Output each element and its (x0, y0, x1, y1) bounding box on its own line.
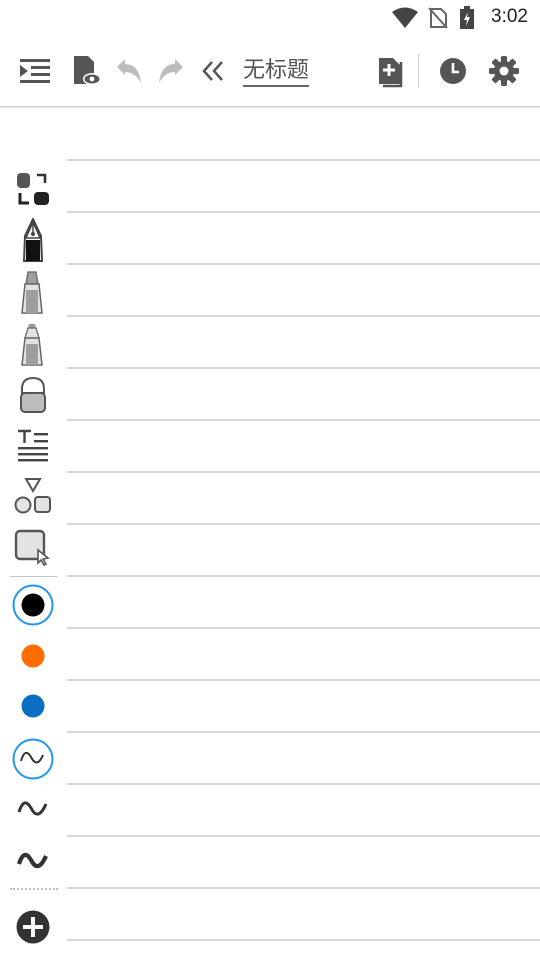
color-dot (21, 694, 45, 718)
undo-button[interactable] (110, 36, 146, 106)
toolbar-divider (418, 54, 419, 88)
highlighter-tool[interactable] (8, 320, 58, 368)
ruled-line (67, 367, 540, 369)
ruled-line (67, 315, 540, 317)
stroke-thin[interactable] (8, 736, 58, 782)
marker-icon (21, 271, 43, 314)
marker-tool[interactable] (8, 268, 58, 316)
clock-icon (440, 58, 466, 84)
toc-icon (20, 59, 50, 83)
preview-button[interactable] (66, 36, 106, 106)
highlighter-icon (21, 324, 43, 366)
image-select-tool[interactable] (8, 524, 58, 570)
color-dot (21, 644, 45, 668)
status-bar: 3:02 (0, 0, 540, 36)
settings-button[interactable] (484, 36, 524, 106)
battery-charging-icon (460, 6, 474, 29)
add-tool-button[interactable] (8, 904, 58, 950)
redo-icon (159, 59, 183, 83)
toolbar-shadow (0, 106, 540, 109)
stroke-medium[interactable] (8, 786, 58, 832)
color-swatch-orange[interactable] (8, 634, 58, 678)
double-chevron-left-icon (202, 61, 223, 81)
sidebar-divider (10, 576, 58, 577)
eraser-icon (20, 376, 46, 413)
ruled-line (67, 835, 540, 837)
color-dot-selected (12, 584, 54, 626)
fountain-pen-tool[interactable] (8, 216, 58, 264)
fountain-pen-icon (22, 218, 44, 262)
ruled-line (67, 159, 540, 161)
lasso-select-icon (17, 173, 49, 205)
stroke-thick[interactable] (8, 838, 58, 884)
ruled-line (67, 627, 540, 629)
color-swatch-black[interactable] (8, 582, 58, 628)
toc-button[interactable] (14, 36, 56, 106)
stroke-wave-icon (16, 852, 48, 869)
sidebar-dotted-divider (10, 888, 58, 890)
selection-box-icon (14, 529, 50, 566)
redo-button[interactable] (154, 36, 190, 106)
stroke-wave-icon-selected (12, 738, 54, 780)
note-title[interactable]: 无标题 (243, 58, 310, 87)
wifi-icon (392, 7, 418, 28)
color-swatch-blue[interactable] (8, 684, 58, 728)
gear-icon (489, 56, 519, 86)
ruled-line (67, 679, 540, 681)
add-circle-icon (16, 910, 50, 944)
ruled-line (67, 471, 540, 473)
status-time: 3:02 (491, 6, 528, 27)
ruled-line (67, 939, 540, 941)
add-page-button[interactable] (372, 36, 412, 106)
text-tool[interactable] (8, 422, 58, 468)
shapes-icon (14, 478, 51, 514)
ruled-line (67, 887, 540, 889)
ruled-line (67, 211, 540, 213)
ruled-line (67, 783, 540, 785)
ruled-line (67, 523, 540, 525)
text-icon (18, 429, 48, 462)
history-button[interactable] (434, 36, 472, 106)
ruled-line (67, 419, 540, 421)
toolbar: 无标题 (0, 36, 540, 106)
add-page-icon (379, 58, 403, 88)
ruled-line (67, 263, 540, 265)
ruled-line (67, 731, 540, 733)
no-sim-icon (428, 7, 448, 29)
page-eye-icon (74, 56, 101, 85)
lasso-tool[interactable] (8, 168, 58, 212)
shapes-tool[interactable] (8, 472, 58, 518)
ruled-line (67, 575, 540, 577)
eraser-tool[interactable] (8, 372, 58, 418)
undo-icon (117, 59, 141, 83)
collapse-toolbar-button[interactable] (198, 36, 228, 106)
stroke-wave-icon (17, 801, 48, 816)
